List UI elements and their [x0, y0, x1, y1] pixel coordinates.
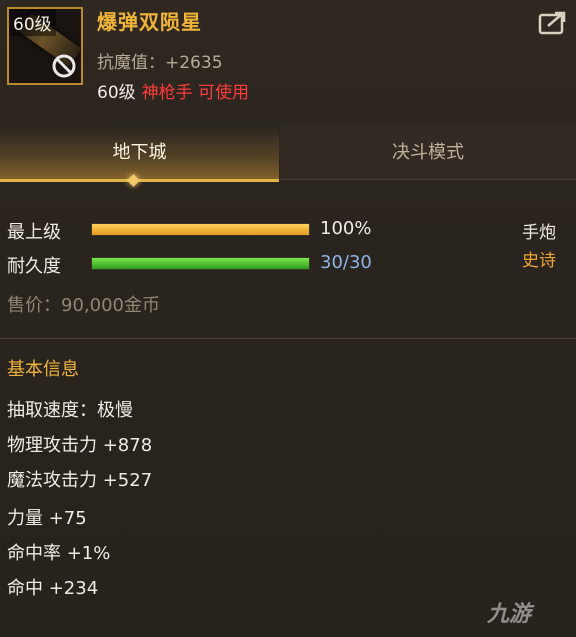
section-divider	[0, 338, 576, 339]
durability-bar-fill	[92, 258, 309, 269]
rarity-label: 史诗	[522, 251, 556, 271]
durability-label: 耐久度	[7, 256, 61, 277]
tab-dungeon[interactable]: 地下城	[0, 127, 279, 182]
stat-line: 抽取速度：极慢	[7, 400, 133, 421]
grade-bar	[91, 223, 310, 236]
prohibited-icon	[52, 54, 76, 78]
stat-line: 命中率 +1%	[7, 543, 111, 564]
mode-tabs: 地下城 决斗模式	[0, 127, 576, 182]
item-icon-slot[interactable]: 60级	[7, 7, 83, 85]
required-class: 神枪手 可使用	[141, 83, 250, 103]
item-level-tag: 60级	[9, 9, 56, 36]
stat-line: 魔法攻击力 +527	[7, 470, 153, 491]
durability-value: 30/30	[320, 252, 372, 273]
requirement-line: 60级 神枪手 可使用	[97, 78, 249, 103]
basic-info-title: 基本信息	[7, 359, 79, 380]
durability-bar	[91, 257, 310, 270]
stat-line: 力量 +75	[7, 508, 87, 529]
grade-value: 100%	[320, 218, 372, 239]
anti-magic-value: 抗魔值：+2635	[97, 53, 223, 73]
sell-price: 售价：90,000金币	[7, 295, 160, 316]
tab-pvp[interactable]: 决斗模式	[280, 127, 576, 180]
stat-line: 命中 +234	[7, 578, 99, 599]
item-tooltip-panel: 60级 爆弹双陨星 抗魔值：+2635 60级 神枪手 可使用 地下城 决斗模式 …	[0, 0, 576, 637]
grade-label: 最上级	[7, 222, 61, 243]
grade-bar-fill	[92, 224, 309, 235]
item-name: 爆弹双陨星	[97, 10, 202, 34]
share-icon[interactable]	[538, 10, 568, 36]
stat-line: 物理攻击力 +878	[7, 435, 153, 456]
watermark: 九游	[487, 602, 532, 627]
weapon-type: 手炮	[522, 223, 556, 243]
required-level: 60级	[97, 83, 136, 103]
